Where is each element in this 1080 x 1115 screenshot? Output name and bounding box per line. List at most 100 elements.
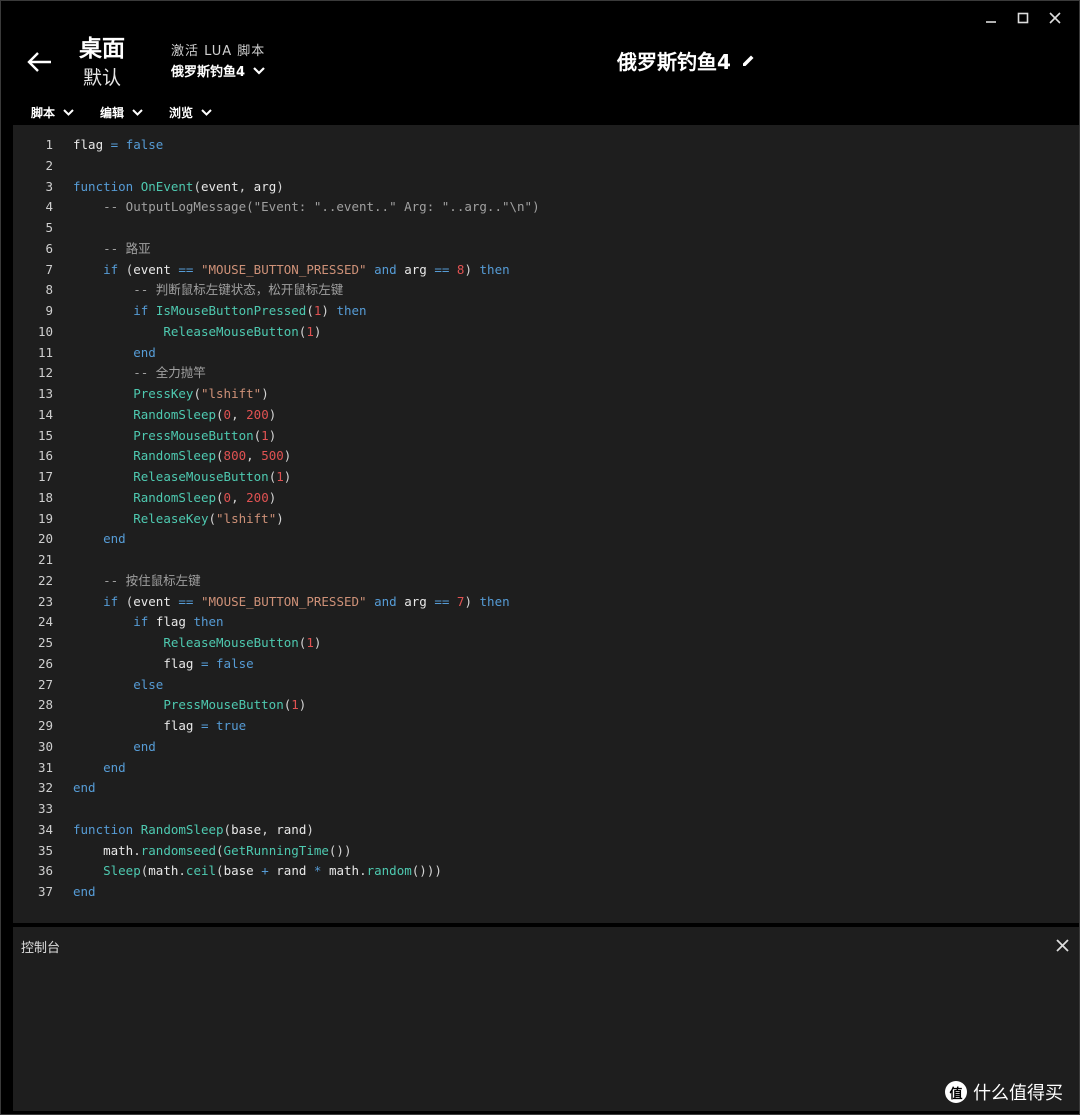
- code-text: if flag then: [133, 614, 224, 630]
- maximize-icon: [1017, 12, 1029, 24]
- line-number: 29: [37, 718, 53, 733]
- code-line: 9 if IsMouseButtonPressed(1) then: [13, 301, 540, 322]
- menu-edit[interactable]: 编辑: [100, 104, 143, 121]
- chevron-down-icon: [253, 66, 265, 75]
- code-line: 25 ReleaseMouseButton(1): [13, 633, 540, 654]
- code-text: end: [103, 759, 126, 775]
- desktop-profile-label: 默认: [83, 67, 122, 89]
- code-text: flag = false: [163, 655, 254, 671]
- line-number: 16: [37, 448, 53, 464]
- code-line: 30 end: [13, 737, 540, 758]
- code-line: 14 RandomSleep(0, 200): [13, 405, 540, 426]
- activate-lua-label: 激活 LUA 脚本: [171, 44, 266, 59]
- code-lines: 1 flag = false 2 3 function OnEvent(event, a…: [13, 135, 540, 903]
- code-text: if (event == "MOUSE_BUTTON_PRESSED" and …: [103, 593, 510, 609]
- code-text: ReleaseKey("lshift"): [133, 510, 284, 526]
- console-close-button[interactable]: [1056, 937, 1069, 956]
- code-line: 6 -- 路亚: [13, 239, 540, 260]
- minimize-icon: [986, 21, 996, 23]
- profile-dropdown[interactable]: 俄罗斯钓鱼4: [171, 61, 265, 80]
- line-number: 30: [37, 738, 53, 754]
- close-window-button[interactable]: [1039, 7, 1071, 29]
- line-number: 25: [37, 635, 53, 650]
- code-text: ReleaseMouseButton(1): [163, 323, 322, 339]
- line-number: 35: [37, 842, 53, 858]
- line-number: 8: [45, 282, 53, 298]
- watermark-text: 什么值得买: [973, 1083, 1063, 1104]
- code-line: 37 end: [13, 882, 540, 903]
- code-text: -- 判断鼠标左键状态，松开鼠标左键: [133, 282, 344, 298]
- code-text: -- 路亚: [103, 240, 151, 256]
- code-text: -- 按住鼠标左键: [103, 572, 201, 588]
- close-icon: [1056, 939, 1069, 952]
- code-line: 36 Sleep(math.ceil(base + rand * math.ra…: [13, 861, 540, 882]
- line-number: 36: [37, 863, 53, 879]
- code-text: flag = false: [73, 137, 164, 152]
- line-number: 2: [45, 157, 53, 173]
- code-line: 33: [13, 799, 540, 820]
- code-text: function RandomSleep(base, rand): [73, 821, 314, 837]
- code-line: 22 -- 按住鼠标左键: [13, 571, 540, 592]
- menu-view[interactable]: 浏览: [169, 104, 212, 121]
- console-panel: 控制台: [13, 927, 1079, 1111]
- code-line: 1 flag = false: [13, 135, 540, 156]
- line-number: 31: [37, 759, 53, 775]
- minimize-button[interactable]: [975, 7, 1007, 29]
- code-text: else: [133, 676, 164, 692]
- app-window: 桌面 默认 激活 LUA 脚本 俄罗斯钓鱼4 俄罗斯钓鱼4 脚本 编辑 浏览 1…: [0, 0, 1080, 1115]
- line-number: 17: [37, 469, 53, 484]
- code-text: Sleep(math.ceil(base + rand * math.rando…: [103, 863, 442, 879]
- chevron-down-icon: [201, 109, 212, 116]
- line-number: 7: [45, 261, 53, 277]
- code-text: PressMouseButton(1): [163, 697, 307, 713]
- code-line: 2: [13, 156, 540, 177]
- line-number: 37: [37, 884, 53, 899]
- code-text: end: [73, 884, 96, 899]
- code-text: RandomSleep(800, 500): [133, 448, 292, 464]
- line-number: 28: [37, 697, 53, 713]
- menu-script-label: 脚本: [31, 106, 56, 120]
- line-number: 14: [37, 406, 53, 422]
- code-line: 15 PressMouseButton(1): [13, 426, 540, 447]
- back-button[interactable]: [25, 47, 55, 77]
- chevron-down-icon: [132, 109, 143, 116]
- line-number: 33: [37, 801, 53, 816]
- code-line: 11 end: [13, 343, 540, 364]
- code-line: 20 end: [13, 529, 540, 550]
- maximize-button[interactable]: [1007, 7, 1039, 29]
- menu-script[interactable]: 脚本: [31, 104, 74, 121]
- line-number: 34: [37, 821, 53, 837]
- code-line: 23 if (event == "MOUSE_BUTTON_PRESSED" a…: [13, 592, 540, 613]
- code-editor[interactable]: 1 flag = false 2 3 function OnEvent(event, a…: [13, 125, 1079, 923]
- code-text: -- OutputLogMessage("Event: "..event.." …: [103, 199, 540, 215]
- line-number: 21: [37, 552, 53, 567]
- window-controls: [975, 7, 1071, 29]
- line-number: 12: [37, 365, 53, 381]
- line-number: 9: [45, 303, 53, 318]
- code-text: function OnEvent(event, arg): [73, 178, 284, 194]
- code-text: PressMouseButton(1): [133, 427, 277, 443]
- line-number: 6: [45, 240, 53, 256]
- code-line: 32 end: [13, 778, 540, 799]
- code-text: ReleaseMouseButton(1): [163, 635, 322, 650]
- close-icon: [1049, 12, 1061, 24]
- code-line: 27 else: [13, 675, 540, 696]
- line-number: 4: [45, 199, 53, 215]
- back-arrow-icon: [27, 52, 51, 72]
- code-line: 5: [13, 218, 540, 239]
- desktop-title: 桌面: [79, 36, 125, 62]
- line-number: 26: [37, 655, 53, 671]
- code-line: 13 PressKey("lshift"): [13, 384, 540, 405]
- code-line: 35 math.randomseed(GetRunningTime()): [13, 841, 540, 862]
- code-line: 7 if (event == "MOUSE_BUTTON_PRESSED" an…: [13, 260, 540, 281]
- line-number: 24: [37, 614, 53, 630]
- code-line: 34 function RandomSleep(base, rand): [13, 820, 540, 841]
- code-text: flag = true: [163, 718, 247, 733]
- code-line: 26 flag = false: [13, 654, 540, 675]
- code-line: 31 end: [13, 758, 540, 779]
- code-line: 21: [13, 550, 540, 571]
- script-title-text: 俄罗斯钓鱼4: [617, 50, 731, 74]
- line-number: 18: [37, 489, 53, 505]
- rename-button[interactable]: [741, 53, 756, 68]
- line-number: 19: [37, 510, 53, 526]
